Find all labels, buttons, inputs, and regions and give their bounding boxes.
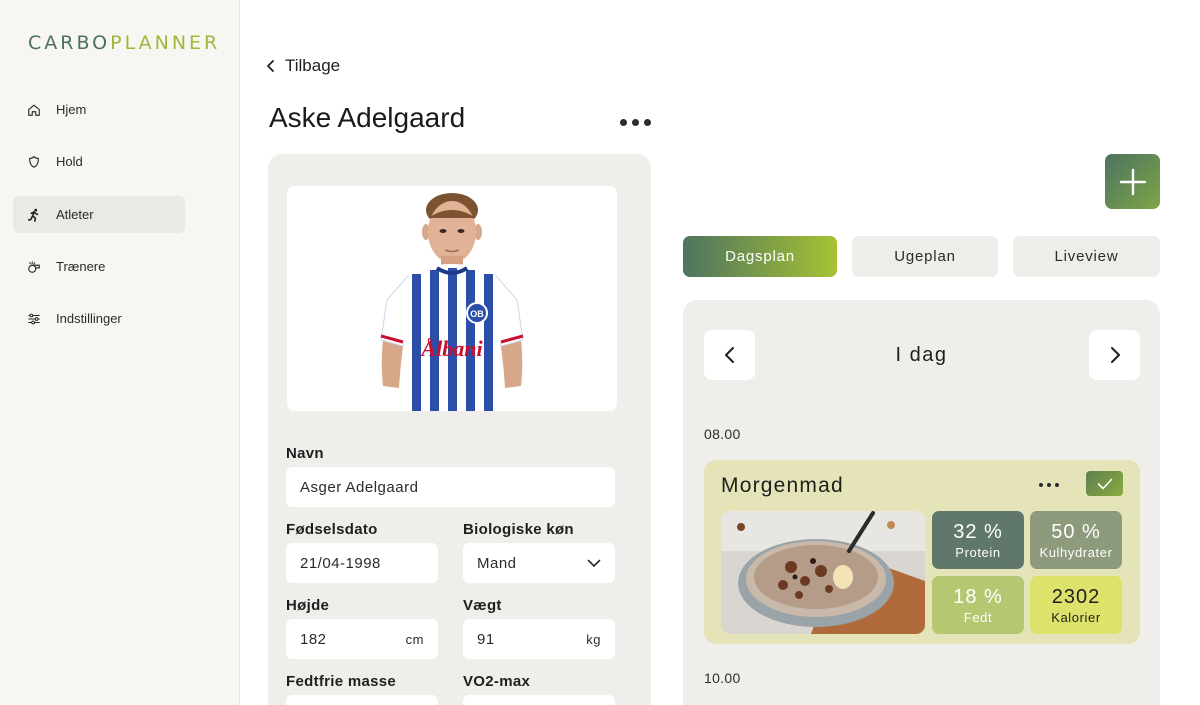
next-day-button[interactable]: [1089, 330, 1140, 380]
chevron-right-icon: [1110, 347, 1120, 363]
more-dot: [620, 118, 627, 126]
fat-free-mass-label: Fedtfrie masse: [286, 673, 397, 690]
birthdate-field[interactable]: 21/04-1998: [286, 543, 438, 583]
fat-free-mass-field[interactable]: [286, 695, 438, 705]
more-dot: [632, 118, 639, 126]
fat-value: 18 %: [953, 585, 1003, 608]
weight-unit: kg: [586, 631, 601, 647]
sex-label: Biologiske køn: [463, 521, 574, 538]
more-dot: [1039, 483, 1043, 487]
height-field[interactable]: 182 cm: [286, 619, 438, 659]
calories-label: Kalorier: [1051, 609, 1101, 625]
back-link[interactable]: Tilbage: [265, 56, 340, 76]
add-button[interactable]: [1105, 154, 1160, 209]
fat-stat: 18 % Fedt: [932, 576, 1024, 634]
carbohydrate-value: 50 %: [1051, 520, 1101, 543]
vo2max-field[interactable]: [463, 695, 615, 705]
whistle-icon: [28, 260, 40, 273]
sidebar-item-indstillinger[interactable]: Indstillinger: [13, 300, 185, 337]
more-options-button[interactable]: [620, 112, 654, 132]
height-value: 182: [300, 630, 327, 648]
meal-image: [721, 511, 925, 634]
tab-ugeplan[interactable]: Ugeplan: [852, 236, 998, 277]
oatmeal-bowl-illustration: [721, 511, 925, 634]
meal-complete-checkbox[interactable]: [1086, 471, 1123, 496]
sidebar-item-label: Hold: [56, 154, 83, 169]
meal-title: Morgenmad: [721, 474, 844, 497]
sidebar-item-label: Hjem: [56, 102, 87, 117]
more-dot: [644, 118, 651, 126]
carbohydrate-stat: 50 % Kulhydrater: [1030, 511, 1122, 569]
time-label: 10.00: [704, 670, 741, 686]
chevron-down-icon: [587, 559, 601, 567]
height-label: Højde: [286, 597, 330, 614]
sliders-icon: [28, 313, 40, 324]
runner-icon: [27, 208, 39, 222]
athlete-photo[interactable]: OB Ålbani: [287, 186, 617, 411]
birthdate-value: 21/04-1998: [300, 554, 381, 572]
sidebar-item-atleter[interactable]: Atleter: [13, 196, 185, 233]
protein-label: Protein: [955, 544, 1001, 560]
page-title: Aske Adelgaard: [269, 102, 466, 133]
jersey-badge: OB: [470, 309, 484, 319]
logo-part-planner: PLANNER: [110, 32, 221, 54]
sidebar: CARBOPLANNER Hjem Hold Atleter Trænere I…: [0, 0, 240, 705]
sex-value: Mand: [477, 554, 517, 572]
calories-stat: 2302 Kalorier: [1030, 576, 1122, 634]
day-plan-panel: I dag 08.00 Morgenmad 32 % Protein 50 % …: [683, 300, 1160, 705]
sidebar-item-traenere[interactable]: Trænere: [13, 248, 185, 285]
meal-options-button[interactable]: [1039, 483, 1059, 487]
app-logo[interactable]: CARBOPLANNER: [28, 32, 220, 54]
back-label: Tilbage: [285, 56, 341, 75]
more-dot: [1055, 483, 1059, 487]
sex-select[interactable]: Mand: [463, 543, 615, 583]
weight-value: 91: [477, 630, 495, 648]
fat-label: Fedt: [963, 609, 993, 625]
home-icon: [28, 104, 40, 116]
tab-dagsplan[interactable]: Dagsplan: [683, 236, 837, 277]
name-label: Navn: [286, 445, 324, 462]
weight-label: Vægt: [463, 597, 502, 614]
logo-part-carbo: CARBO: [28, 32, 111, 54]
sidebar-item-hjem[interactable]: Hjem: [13, 91, 185, 128]
carbohydrate-label: Kulhydrater: [1039, 544, 1113, 560]
tab-liveview[interactable]: Liveview: [1013, 236, 1160, 277]
name-field[interactable]: Asger Adelgaard: [286, 467, 615, 507]
jersey-sponsor: Ålbani: [419, 336, 483, 361]
time-label: 08.00: [704, 426, 741, 442]
check-icon: [1097, 478, 1112, 489]
weight-field[interactable]: 91 kg: [463, 619, 615, 659]
athlete-photo-illustration: OB Ålbani: [287, 186, 617, 411]
protein-value: 32 %: [953, 520, 1003, 543]
more-dot: [1047, 483, 1051, 487]
sidebar-item-label: Trænere: [56, 259, 106, 274]
height-unit: cm: [405, 631, 424, 647]
birthdate-label: Fødselsdato: [286, 521, 378, 538]
protein-stat: 32 % Protein: [932, 511, 1024, 569]
meal-card[interactable]: Morgenmad 32 % Protein 50 % Kulhydrater …: [704, 460, 1140, 644]
name-value: Asger Adelgaard: [300, 478, 419, 496]
plus-icon: [1119, 168, 1146, 195]
vo2max-label: VO2-max: [463, 673, 531, 690]
athlete-profile-card: OB Ålbani Navn Asger Adelgaard Fødselsda…: [268, 154, 651, 705]
chevron-left-icon: [267, 60, 274, 72]
sidebar-item-hold[interactable]: Hold: [13, 143, 185, 180]
shield-icon: [29, 155, 39, 168]
calories-value: 2302: [1051, 585, 1101, 608]
sidebar-item-label: Indstillinger: [56, 311, 122, 326]
sidebar-item-label: Atleter: [56, 207, 94, 222]
